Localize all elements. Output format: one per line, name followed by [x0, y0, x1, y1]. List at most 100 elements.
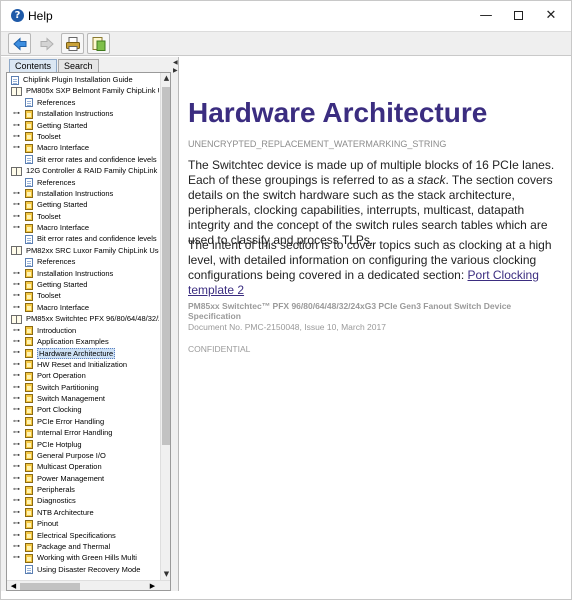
tree-item[interactable]: ⊶ Toolset — [7, 290, 159, 301]
tab-contents[interactable]: Contents — [9, 59, 58, 73]
expand-node-icon[interactable]: ⊶ — [13, 507, 20, 518]
expand-node-icon[interactable]: ⊶ — [13, 290, 20, 301]
expand-node-icon[interactable]: ⊶ — [13, 404, 20, 415]
expand-node-icon[interactable]: ⊶ — [13, 450, 20, 461]
close-button[interactable]: ✕ — [531, 1, 571, 31]
expand-node-icon[interactable]: ⊶ — [13, 268, 20, 279]
back-button[interactable] — [8, 33, 31, 54]
expand-node-icon[interactable]: ⊶ — [13, 347, 20, 358]
scroll-up-arrow-icon[interactable]: ▲ — [161, 73, 170, 84]
tree-item[interactable]: ⊶ Internal Error Handling — [7, 427, 159, 438]
tree-item[interactable]: ⊶ Electrical Specifications — [7, 530, 159, 541]
tree-item[interactable]: Bit error rates and confidence levels — [7, 154, 159, 165]
tree-item[interactable]: ⊶ Installation Instructions — [7, 268, 159, 279]
tree-horizontal-scrollbar[interactable]: ◀ ▶ — [7, 580, 170, 590]
book-icon — [11, 246, 22, 256]
title-bar[interactable]: ? Help — ✕ — [1, 1, 571, 31]
expand-node-icon[interactable]: ⊶ — [13, 495, 20, 506]
tree-item[interactable]: ⊶ General Purpose I/O — [7, 450, 159, 461]
print-button[interactable] — [61, 33, 84, 54]
expand-node-icon[interactable]: ⊶ — [13, 108, 20, 119]
tree-item[interactable]: ⊶ Pinout — [7, 518, 159, 529]
tree-vertical-scrollbar[interactable]: ▲ ▼ — [160, 73, 170, 580]
tree-item[interactable]: PM805x SXP Belmont Family ChipLink User … — [7, 85, 159, 96]
expand-node-icon[interactable]: ⊶ — [13, 325, 20, 336]
tree-item[interactable]: ⊶ Getting Started — [7, 279, 159, 290]
forward-button[interactable] — [35, 33, 58, 54]
expand-node-icon[interactable]: ⊶ — [13, 473, 20, 484]
expand-node-icon[interactable]: ⊶ — [13, 211, 20, 222]
scroll-left-arrow-icon[interactable]: ◀ — [8, 581, 19, 590]
scroll-down-arrow-icon[interactable]: ▼ — [161, 569, 170, 580]
expand-node-icon[interactable]: ⊶ — [13, 393, 20, 404]
pane-splitter[interactable]: ◀ ▶ — [173, 57, 179, 591]
tree-item[interactable]: ⊶ Package and Thermal — [7, 541, 159, 552]
expand-node-icon[interactable]: ⊶ — [13, 336, 20, 347]
tree-item[interactable]: ⊶ Macro Interface — [7, 302, 159, 313]
tree-item[interactable]: ⊶ Application Examples — [7, 336, 159, 347]
tab-search[interactable]: Search — [58, 59, 99, 73]
tree-item[interactable]: ⊶ Installation Instructions — [7, 188, 159, 199]
tree-item[interactable]: ⊶ Working with Green Hills Multi — [7, 552, 159, 563]
tree-item[interactable]: ⊶ Multicast Operation — [7, 461, 159, 472]
tree-item[interactable]: ⊶ Introduction — [7, 325, 159, 336]
scroll-right-arrow-icon[interactable]: ▶ — [147, 581, 158, 590]
expand-node-icon[interactable]: ⊶ — [13, 518, 20, 529]
tree-item[interactable]: ⊶ Hardware Architecture — [7, 347, 159, 359]
collapse-left-icon[interactable]: ◀ — [173, 59, 178, 66]
expand-node-icon[interactable]: ⊶ — [13, 427, 20, 438]
tree-item[interactable]: Chiplink Plugin Installation Guide — [7, 74, 159, 85]
expand-node-icon[interactable]: ⊶ — [13, 359, 20, 370]
horizontal-scroll-thumb[interactable] — [20, 583, 80, 590]
tree-item[interactable]: ⊶ Macro Interface — [7, 142, 159, 153]
expand-node-icon[interactable]: ⊶ — [13, 188, 20, 199]
tree-item[interactable]: ⊶ Switch Partitioning — [7, 382, 159, 393]
expand-node-icon[interactable]: ⊶ — [13, 439, 20, 450]
tree-item[interactable]: PM82xx SRC Luxor Family ChipLink User Gu… — [7, 245, 159, 256]
tree-item[interactable]: Using Disaster Recovery Mode — [7, 564, 159, 575]
tree-item[interactable]: References — [7, 256, 159, 267]
tree-item[interactable]: ⊶ Power Management — [7, 473, 159, 484]
tree-item[interactable]: ⊶ Getting Started — [7, 120, 159, 131]
expand-node-icon[interactable]: ⊶ — [13, 552, 20, 563]
expand-node-icon[interactable]: ⊶ — [13, 484, 20, 495]
tree-item[interactable]: References — [7, 177, 159, 188]
maximize-icon — [513, 11, 523, 20]
expand-right-icon[interactable]: ▶ — [173, 67, 178, 74]
expand-node-icon[interactable]: ⊶ — [13, 461, 20, 472]
tree-item[interactable]: ⊶ Getting Started — [7, 199, 159, 210]
expand-node-icon[interactable]: ⊶ — [13, 199, 20, 210]
expand-node-icon[interactable]: ⊶ — [13, 279, 20, 290]
tree-item[interactable]: 12G Controller & RAID Family ChipLink Us… — [7, 165, 159, 176]
tree-item[interactable]: ⊶ Toolset — [7, 211, 159, 222]
tree-item[interactable]: ⊶ Port Clocking — [7, 404, 159, 415]
expand-node-icon[interactable]: ⊶ — [13, 222, 20, 233]
page-setup-button[interactable] — [87, 33, 110, 54]
vertical-scroll-thumb[interactable] — [162, 87, 170, 445]
contents-tree: Chiplink Plugin Installation Guide PM805x… — [6, 72, 171, 591]
expand-node-icon[interactable]: ⊶ — [13, 541, 20, 552]
tree-item[interactable]: ⊶ Port Operation — [7, 370, 159, 381]
tree-item[interactable]: ⊶ NTB Architecture — [7, 507, 159, 518]
expand-node-icon[interactable]: ⊶ — [13, 302, 20, 313]
expand-node-icon[interactable]: ⊶ — [13, 142, 20, 153]
expand-node-icon[interactable]: ⊶ — [13, 416, 20, 427]
expand-node-icon[interactable]: ⊶ — [13, 530, 20, 541]
tree-item[interactable]: ⊶ Diagnostics — [7, 495, 159, 506]
tree-item[interactable]: ⊶ PCIe Hotplug — [7, 439, 159, 450]
tree-item[interactable]: ⊶ Peripherals — [7, 484, 159, 495]
tree-item[interactable]: References — [7, 97, 159, 108]
tree-item[interactable]: ⊶ Toolset — [7, 131, 159, 142]
tree-item[interactable]: ⊶ HW Reset and Initialization — [7, 359, 159, 370]
tree-item[interactable]: ⊶ Switch Management — [7, 393, 159, 404]
arrow-right-icon — [40, 37, 54, 51]
expand-node-icon[interactable]: ⊶ — [13, 131, 20, 142]
expand-node-icon[interactable]: ⊶ — [13, 120, 20, 131]
tree-item[interactable]: ⊶ PCIe Error Handling — [7, 416, 159, 427]
tree-item[interactable]: ⊶ Installation Instructions — [7, 108, 159, 119]
tree-item[interactable]: ⊶ Macro Interface — [7, 222, 159, 233]
tree-item[interactable]: Bit error rates and confidence levels — [7, 233, 159, 244]
tree-item[interactable]: PM85xx Switchtec PFX 96/80/64/48/32/24xG… — [7, 313, 159, 324]
expand-node-icon[interactable]: ⊶ — [13, 370, 20, 381]
expand-node-icon[interactable]: ⊶ — [13, 382, 20, 393]
